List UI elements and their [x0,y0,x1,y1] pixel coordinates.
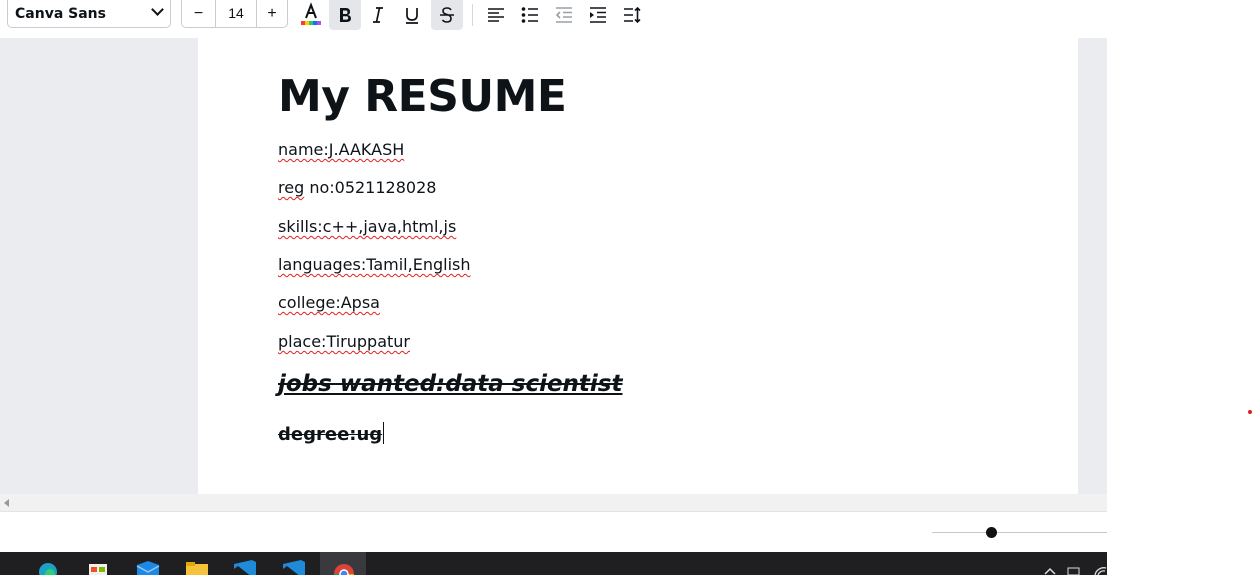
zoom-slider-handle[interactable] [986,527,997,538]
taskbar-file-explorer[interactable] [174,552,220,575]
file-explorer-icon [186,562,208,575]
font-family-dropdown[interactable]: Canva Sans [7,0,171,28]
taskbar-edge[interactable] [25,552,71,575]
edge-icon [39,563,57,575]
indent-button[interactable] [582,0,614,30]
degree-line[interactable]: degree:ug [278,422,385,445]
align-left-icon [488,8,504,22]
indent-icon [590,7,606,23]
degree-text: degree:ug [278,424,383,445]
align-left-button[interactable] [480,0,512,30]
place-line[interactable]: place:Tiruppatur [278,332,410,351]
bold-icon [340,8,351,22]
italic-button[interactable] [362,0,394,30]
outdent-icon [555,7,572,23]
taskbar-chrome[interactable] [320,552,366,575]
strikethrough-icon [440,7,454,23]
languages-text: languages:Tamil,English [278,255,471,274]
horizontal-scrollbar[interactable] [0,494,1107,511]
font-size-stepper: − 14 + [181,0,288,28]
languages-line[interactable]: languages:Tamil,English [278,255,470,274]
document-page[interactable]: My RESUME name:J.AAKASH reg no:052112802… [198,38,1078,494]
name-text: name:J.AAKASH [278,140,405,159]
decrease-font-size-button[interactable]: − [182,0,215,27]
font-size-input[interactable]: 14 [215,0,257,27]
outdent-button[interactable] [548,0,580,30]
editor-canvas: My RESUME name:J.AAKASH reg no:052112802… [0,38,1107,494]
scroll-left-arrow-icon[interactable] [4,499,9,507]
name-line[interactable]: name:J.AAKASH [278,140,404,159]
reg-line[interactable]: reg no:0521128028 [278,178,436,197]
italic-icon [373,7,383,23]
document-title[interactable]: My RESUME [278,71,567,122]
font-family-label: Canva Sans [15,6,106,22]
bulleted-list-button[interactable] [514,0,546,30]
wifi-icon[interactable] [1092,565,1107,575]
bold-button[interactable] [329,0,361,30]
bulleted-list-icon [521,7,538,23]
jobs-wanted-line[interactable]: jobs wanted:data scientist [278,371,623,397]
toolbar-divider [472,4,473,26]
college-line[interactable]: college:Apsa [278,293,380,312]
taskbar-mail[interactable] [125,552,171,575]
chevron-down-icon [151,3,164,16]
vscode-icon [283,560,305,575]
chevron-up-icon[interactable] [1043,566,1057,575]
skills-line[interactable]: skills:c++,java,html,js [278,217,456,236]
vscode-icon [234,560,256,575]
text-cursor [383,422,385,444]
taskbar-store[interactable] [75,552,121,575]
bottom-bar [0,511,1107,552]
mail-icon [136,561,160,575]
text-color-icon [301,2,321,25]
place-text: place:Tiruppatur [278,332,410,351]
college-text: college:Apsa [278,293,380,312]
reg-prefix-text: reg [278,178,305,197]
battery-icon[interactable] [1067,567,1081,575]
line-spacing-icon [624,6,641,24]
underline-button[interactable] [396,0,428,30]
line-spacing-button[interactable] [616,0,648,30]
skills-text: skills:c++,java,html,js [278,217,457,236]
zoom-slider-track[interactable] [932,532,1107,533]
taskbar-vscode-2[interactable] [271,552,317,575]
increase-font-size-button[interactable]: + [256,0,288,27]
reg-text: no:0521128028 [304,178,437,197]
strikethrough-button[interactable] [431,0,463,30]
taskbar-vscode[interactable] [222,552,268,575]
text-color-button[interactable] [295,0,327,30]
store-icon [89,564,107,575]
chrome-icon [334,564,354,575]
windows-taskbar [0,552,1107,575]
text-toolbar: Canva Sans − 14 + [0,0,1253,30]
red-dot-indicator [1248,410,1252,414]
underline-icon [406,8,418,24]
